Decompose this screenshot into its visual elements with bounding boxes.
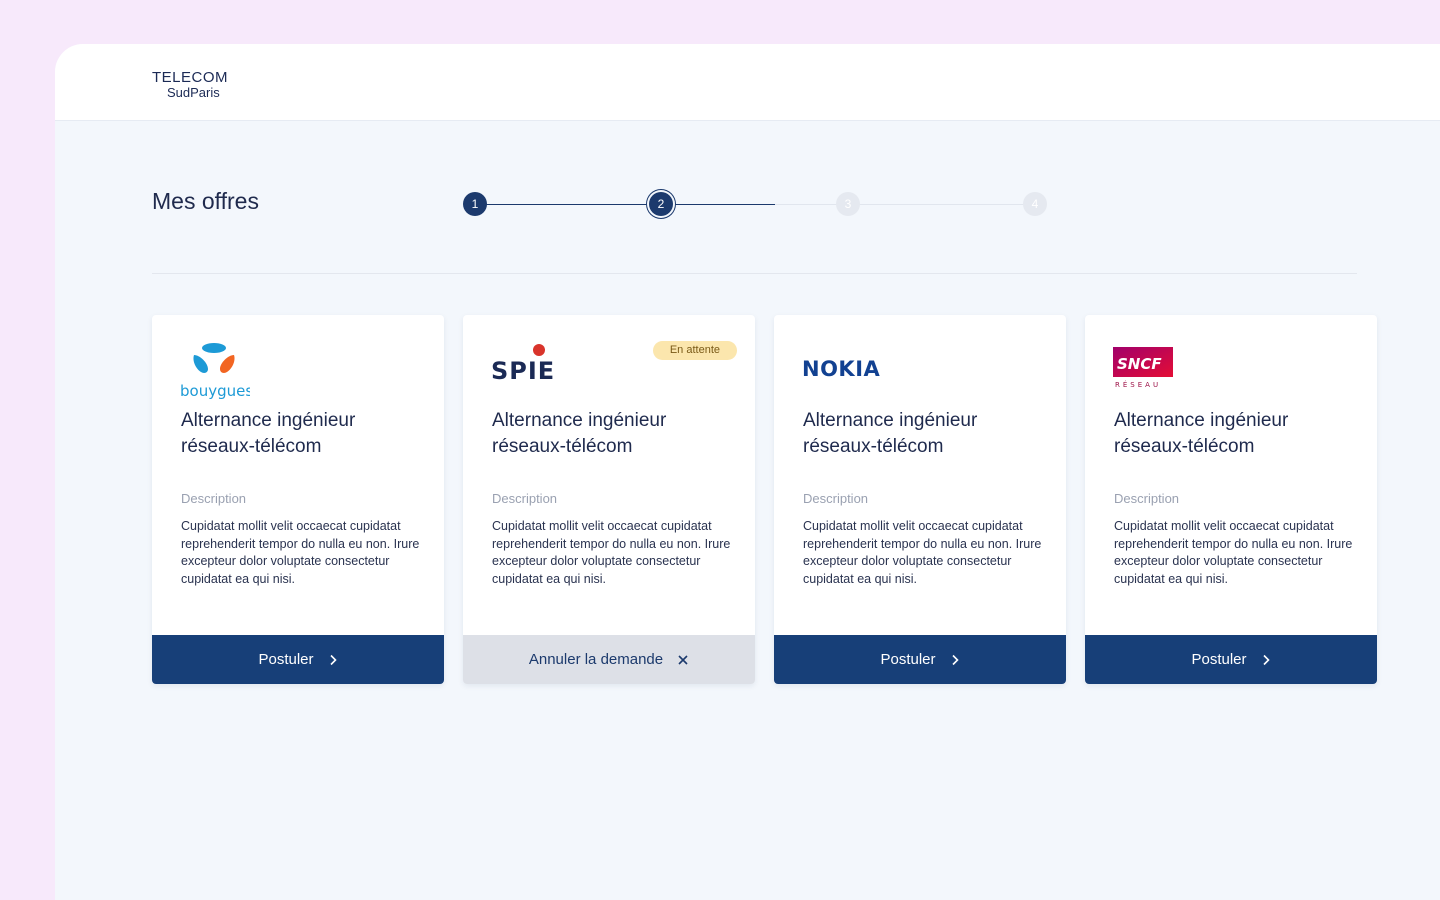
sncf-logo-icon: SNCF RÉSEAU [1113, 347, 1173, 389]
offer-title: Alternance ingénieur réseaux-télécom [492, 410, 667, 457]
spie-logo: SPIE [491, 341, 611, 403]
apply-button[interactable]: Postuler [774, 635, 1066, 684]
description-label: Description [181, 491, 247, 506]
apply-button-label: Postuler [1191, 651, 1247, 668]
description-text: Cupidatat mollit velit occaecat cupidata… [492, 519, 731, 586]
progress-stepper: 1 2 3 4 [463, 192, 1047, 216]
description-text: Cupidatat mollit velit occaecat cupidata… [1114, 519, 1353, 586]
sncf-logo: SNCF RÉSEAU [1113, 341, 1233, 403]
close-icon [677, 654, 689, 666]
section-divider [152, 273, 1357, 274]
spie-logo-text: SPIE [491, 357, 555, 385]
top-bar: TELECOM SudParis [55, 44, 1440, 121]
sncf-logo-text: SNCF [1117, 355, 1162, 373]
description-label: Description [803, 491, 869, 506]
status-badge: En attente [652, 341, 737, 360]
chevron-right-icon [950, 654, 960, 666]
apply-button-label: Postuler [258, 651, 314, 668]
offer-card-nokia: NOKIA Alternance ingénieur réseaux-téléc… [774, 315, 1066, 684]
step-1[interactable]: 1 [463, 192, 487, 216]
offer-card-spie: SPIE En attente Alternance ingénieur rés… [463, 315, 755, 684]
logo-line-2: SudParis [167, 85, 220, 100]
cancel-request-button[interactable]: Annuler la demande [463, 635, 755, 684]
offer-cards: bouygues Alternance ingénieur réseaux-té… [152, 315, 1377, 684]
page-title: Mes offres [152, 188, 259, 214]
offer-title: Alternance ingénieur réseaux-télécom [1114, 410, 1289, 457]
chevron-right-icon [1261, 654, 1271, 666]
offer-title: Alternance ingénieur réseaux-télécom [803, 410, 978, 457]
apply-button[interactable]: Postuler [1085, 635, 1377, 684]
offer-card-sncf: SNCF RÉSEAU Alternance ingénieur réseaux… [1085, 315, 1377, 684]
nokia-logo-icon: NOKIA [802, 357, 881, 381]
apply-button-label: Postuler [880, 651, 936, 668]
app-window: TELECOM SudParis Mes offres 1 2 3 4 bouy… [55, 44, 1440, 900]
bouygues-logo-text: bouygues [180, 382, 250, 400]
offer-card-bouygues: bouygues Alternance ingénieur réseaux-té… [152, 315, 444, 684]
step-3[interactable]: 3 [836, 192, 860, 216]
offer-title: Alternance ingénieur réseaux-télécom [181, 410, 356, 457]
logo-line-1: TELECOM [152, 69, 229, 86]
cancel-request-button-label: Annuler la demande [528, 651, 664, 668]
chevron-right-icon [328, 654, 338, 666]
spie-logo-icon: SPIE [491, 344, 555, 385]
stepper-track-pending [775, 203, 1039, 205]
description-label: Description [492, 491, 558, 506]
stepper-track-done [475, 203, 775, 205]
bouygues-logo: bouygues [180, 341, 300, 403]
telecom-sudparis-logo[interactable]: TELECOM SudParis [152, 70, 228, 99]
step-2[interactable]: 2 [649, 192, 673, 216]
description-label: Description [1114, 491, 1180, 506]
apply-button[interactable]: Postuler [152, 635, 444, 684]
sncf-logo-subtext: RÉSEAU [1115, 380, 1161, 389]
nokia-logo-text: NOKIA [802, 357, 881, 381]
description-text: Cupidatat mollit velit occaecat cupidata… [803, 519, 1042, 586]
nokia-logo: NOKIA [802, 341, 922, 403]
bouygues-logo-icon: bouygues [180, 343, 253, 400]
step-4[interactable]: 4 [1023, 192, 1047, 216]
description-text: Cupidatat mollit velit occaecat cupidata… [181, 519, 420, 586]
